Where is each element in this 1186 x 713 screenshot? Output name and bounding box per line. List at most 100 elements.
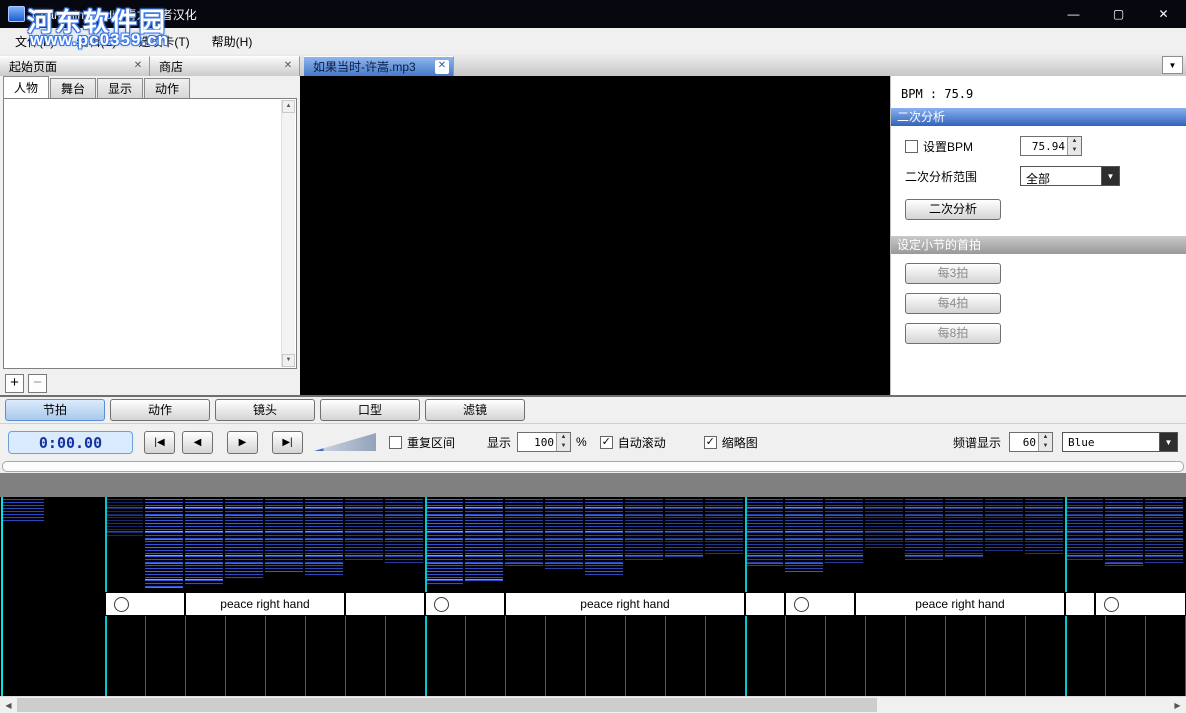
analysis-range-label: 二次分析范围	[905, 168, 977, 185]
marker-circle[interactable]	[794, 597, 809, 612]
spectrum-segment	[1065, 499, 1103, 560]
beat-line	[465, 616, 466, 696]
menu-help[interactable]: 帮助(H)	[201, 29, 264, 54]
scroll-right-icon[interactable]: ▶	[1169, 698, 1186, 713]
spectrum-spinner[interactable]: 60 ▲ ▼	[1009, 432, 1053, 452]
spectrum-color-value: Blue	[1063, 433, 1159, 451]
remove-item-button[interactable]: −	[28, 374, 47, 393]
beat-line	[785, 616, 786, 696]
tab-overflow-button[interactable]: ▼	[1162, 56, 1183, 74]
beat-line	[385, 616, 386, 696]
beat-line	[705, 616, 706, 696]
beat-line	[825, 616, 826, 696]
repeat-range-checkbox[interactable]	[389, 436, 402, 449]
maximize-button[interactable]: ▢	[1096, 0, 1141, 28]
tab-display[interactable]: 显示	[97, 78, 143, 98]
tab-close-icon[interactable]: ✕	[435, 60, 449, 74]
clip-empty-cell[interactable]	[745, 592, 785, 616]
tab-character[interactable]: 人物	[3, 76, 49, 98]
tab-song-mp3[interactable]: 如果当时-许嵩.mp3 ✕	[304, 56, 454, 76]
tab-close-icon[interactable]: ✕	[281, 60, 295, 74]
spectrum-segment	[625, 499, 663, 560]
clip-empty-cell[interactable]	[345, 592, 425, 616]
spectrum-segment	[345, 499, 383, 560]
spin-down-icon[interactable]: ▼	[1068, 146, 1081, 155]
main-area: 人物 舞台 显示 动作 ▲ ▼ + − BPM : 75.9 二次分析	[0, 76, 1186, 395]
minimize-button[interactable]: —	[1051, 0, 1096, 28]
horizontal-scrollbar[interactable]: ◀ ▶	[0, 696, 1186, 713]
secondary-analysis-button[interactable]: 二次分析	[905, 199, 1001, 220]
clip-marker-cell[interactable]	[425, 592, 505, 616]
tab-store[interactable]: 商店 ✕	[150, 56, 300, 76]
add-item-button[interactable]: +	[5, 374, 24, 393]
set-bpm-checkbox[interactable]	[905, 140, 918, 153]
clip-marker-cell[interactable]	[1095, 592, 1186, 616]
timeline-scrollbar[interactable]	[2, 461, 1184, 472]
step-forward-button[interactable]: ▶|	[272, 431, 303, 454]
spectrum-segment	[1025, 499, 1063, 554]
marker-circle[interactable]	[114, 597, 129, 612]
zoom-spinner[interactable]: 100 ▲ ▼	[517, 432, 571, 452]
measure-line	[425, 497, 427, 592]
title-bar: Charamin Studio 青龙圣者汉化 — ▢ ✕	[0, 0, 1186, 28]
marker-circle[interactable]	[1104, 597, 1119, 612]
beat-line	[265, 616, 266, 696]
scroll-down-icon[interactable]: ▼	[282, 354, 295, 367]
clip-label-cell[interactable]: peace right hand	[185, 592, 345, 616]
scroll-up-icon[interactable]: ▲	[282, 100, 295, 113]
step-back-button[interactable]: ◀	[182, 431, 213, 454]
clip-label-cell[interactable]: peace right hand	[505, 592, 745, 616]
mode-tab-lipsync[interactable]: 口型	[320, 399, 420, 421]
spectrum-segment	[425, 499, 463, 585]
every-3-beats-button[interactable]: 每3拍	[905, 263, 1001, 284]
mode-tab-bar: 节拍 动作 镜头 口型 滤镜	[0, 397, 1186, 424]
mode-tab-filter[interactable]: 滤镜	[425, 399, 525, 421]
timeline-area[interactable]: peace right hand peace right hand peace ri…	[0, 497, 1186, 696]
beat-line	[185, 616, 186, 696]
spectrum-color-select[interactable]: Blue ▼	[1062, 432, 1178, 452]
measure-line	[105, 497, 107, 592]
marker-circle[interactable]	[434, 597, 449, 612]
clip-marker-cell[interactable]	[105, 592, 185, 616]
every-8-beats-button[interactable]: 每8拍	[905, 323, 1001, 344]
preview-viewport[interactable]	[300, 76, 890, 395]
timeline-grid	[0, 616, 1186, 696]
autoscroll-checkbox[interactable]: ✓	[600, 436, 613, 449]
tab-close-icon[interactable]: ✕	[131, 60, 145, 74]
clip-label-cell[interactable]: peace right hand	[855, 592, 1065, 616]
set-bpm-label: 设置BPM	[923, 138, 973, 155]
tab-motion[interactable]: 动作	[144, 78, 190, 98]
clip-empty-cell[interactable]	[1065, 592, 1095, 616]
volume-slider[interactable]	[314, 433, 376, 451]
bpm-spinner[interactable]: 75.94 ▲ ▼	[1020, 136, 1082, 156]
thumbnail-checkbox[interactable]: ✓	[704, 436, 717, 449]
mode-tab-beat[interactable]: 节拍	[5, 399, 105, 421]
dropdown-arrow-icon[interactable]: ▼	[1101, 167, 1119, 185]
character-list[interactable]: ▲ ▼	[3, 98, 297, 369]
every-4-beats-button[interactable]: 每4拍	[905, 293, 1001, 314]
spin-up-icon[interactable]: ▲	[1068, 137, 1081, 146]
spin-up-icon[interactable]: ▲	[557, 433, 570, 442]
skip-start-button[interactable]: |◀	[144, 431, 175, 454]
measure-line	[425, 616, 427, 696]
mode-tab-motion[interactable]: 动作	[110, 399, 210, 421]
spin-up-icon[interactable]: ▲	[1039, 433, 1052, 442]
close-button[interactable]: ✕	[1141, 0, 1186, 28]
spin-down-icon[interactable]: ▼	[1039, 442, 1052, 451]
dropdown-arrow-icon[interactable]: ▼	[1159, 433, 1177, 451]
spectrum-segment	[225, 499, 263, 579]
mode-tab-camera[interactable]: 镜头	[215, 399, 315, 421]
clip-marker-cell[interactable]	[785, 592, 855, 616]
beat-line	[865, 616, 866, 696]
scroll-left-icon[interactable]: ◀	[0, 698, 17, 713]
spectrum-segment	[585, 499, 623, 576]
list-scrollbar[interactable]: ▲ ▼	[281, 100, 295, 367]
left-panel-tabs: 人物 舞台 显示 动作	[0, 76, 300, 98]
tab-stage[interactable]: 舞台	[50, 78, 96, 98]
tab-start-page[interactable]: 起始页面 ✕	[0, 56, 150, 76]
play-button[interactable]: ▶	[227, 431, 258, 454]
analysis-range-select[interactable]: 全部 ▼	[1020, 166, 1120, 186]
spin-down-icon[interactable]: ▼	[557, 442, 570, 451]
scrollbar-thumb[interactable]	[17, 698, 877, 712]
playhead[interactable]	[1, 497, 3, 696]
